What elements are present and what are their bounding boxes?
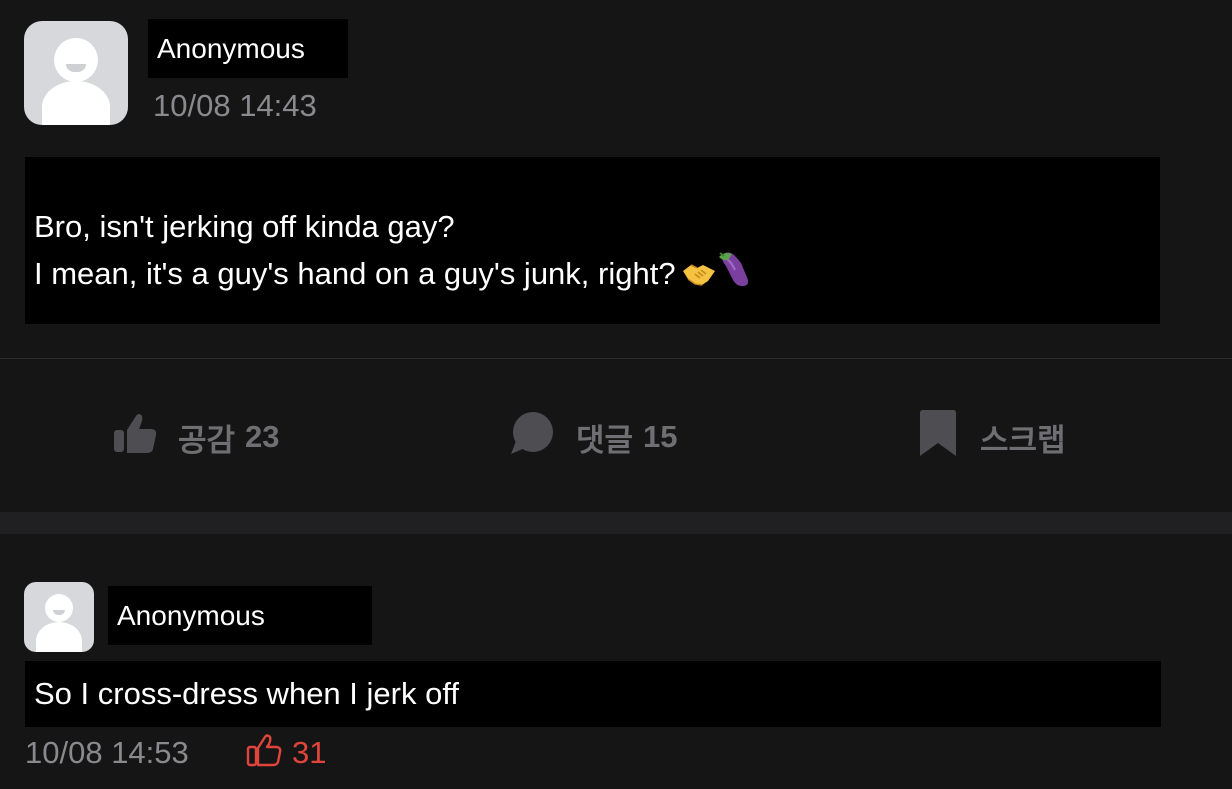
thumbs-up-icon	[112, 410, 158, 464]
comment-timestamp: 10/08 14:53	[25, 735, 189, 770]
post-scrap-button[interactable]: 스크랩	[916, 409, 1066, 465]
post-timestamp: 10/08 14:43	[153, 88, 317, 123]
comment-bubble-icon	[508, 409, 556, 465]
avatar-body	[36, 622, 82, 652]
comment-author-avatar[interactable]	[24, 582, 94, 652]
comment-like-count: 31	[292, 735, 327, 770]
post-comment-button[interactable]: 댓글 15	[508, 412, 678, 462]
post-body-line: Bro, isn't jerking off kinda gay?	[34, 209, 455, 244]
post-body-line-with-emoji: I mean, it's a guy's hand on a guy's jun…	[34, 250, 1160, 300]
comment-author-name[interactable]: Anonymous	[108, 586, 372, 645]
bookmark-icon	[916, 409, 960, 465]
avatar-head	[45, 594, 73, 622]
post-scrap-label: 스크랩	[980, 422, 1066, 458]
post-comment-count: 15	[643, 419, 678, 454]
post-like-count: 23	[245, 419, 280, 454]
thumbs-up-outline-icon	[246, 732, 282, 773]
post-author-avatar[interactable]	[24, 21, 128, 125]
post-comment-label: 댓글	[576, 422, 634, 458]
avatar-body	[42, 81, 110, 125]
eggplant-emoji	[718, 251, 758, 300]
post-body: Bro, isn't jerking off kinda gay? I mean…	[25, 157, 1160, 324]
post-like-button[interactable]: 공감 23	[112, 412, 280, 462]
handshake-emoji	[682, 252, 716, 299]
comment-like-count-badge[interactable]: 31	[246, 732, 326, 773]
post-divider	[0, 358, 1232, 359]
post-author-name[interactable]: Anonymous	[148, 19, 348, 78]
post-body-line-text: I mean, it's a guy's hand on a guy's jun…	[34, 256, 676, 291]
post-like-label: 공감	[178, 422, 236, 458]
section-separator	[0, 512, 1232, 534]
avatar-head	[54, 38, 98, 82]
comment-body: So I cross-dress when I jerk off	[25, 661, 1161, 727]
